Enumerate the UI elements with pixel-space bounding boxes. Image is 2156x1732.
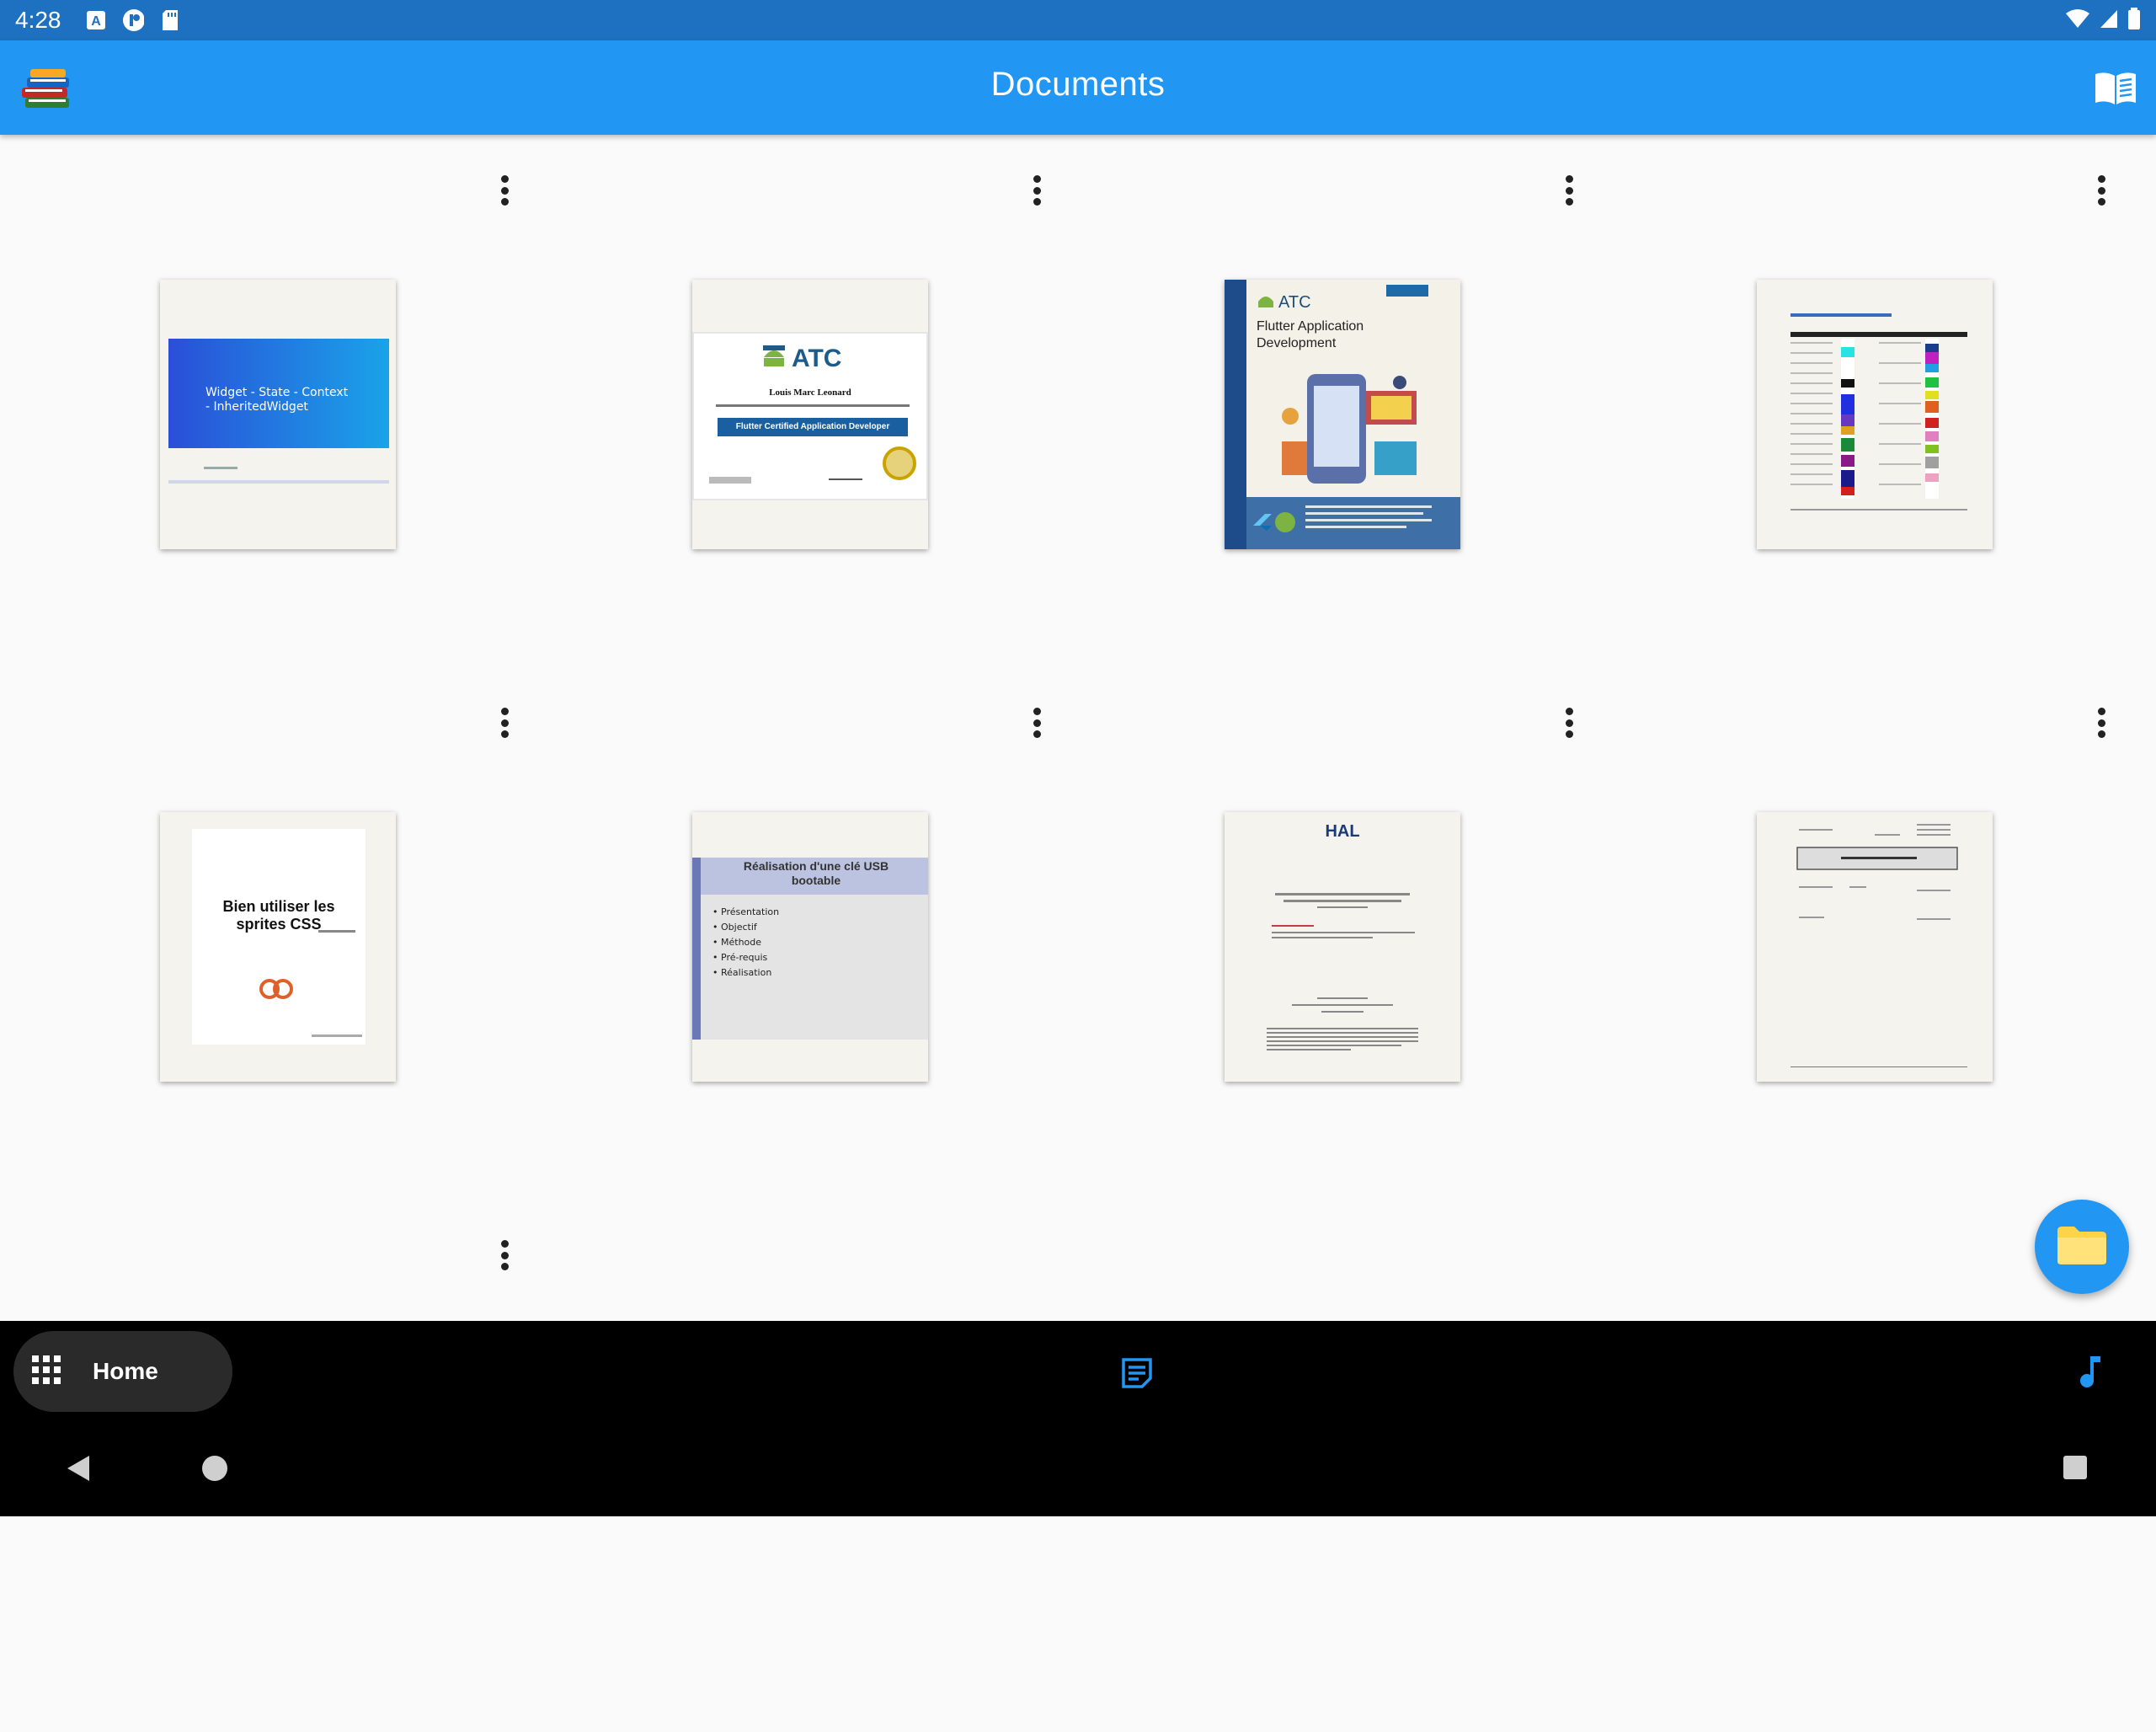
illustration-icon (1265, 357, 1433, 496)
document-thumbnail[interactable]: Bien utiliser les sprites CSS (160, 812, 396, 1082)
form-thumbnail (1790, 824, 1967, 1067)
oc-logo-icon (259, 979, 293, 999)
document-thumbnail[interactable]: ATC Flutter Application Development (1225, 280, 1460, 549)
thumb-line: Development (1257, 336, 1337, 350)
sd-card-icon (159, 9, 181, 31)
flutter-logo-icon (1253, 512, 1295, 532)
android-icon (761, 344, 787, 374)
document-thumbnail[interactable] (1757, 280, 1993, 549)
document-thumbnail[interactable]: ATC Louis Marc Leonard Flutter Certified… (692, 280, 928, 549)
document-thumbnail[interactable]: HAL (1225, 812, 1460, 1082)
music-note-icon[interactable] (2077, 1355, 2104, 1388)
document-card[interactable]: HAL (1065, 667, 1597, 1200)
more-vert-icon[interactable] (2089, 172, 2114, 209)
open-folder-button[interactable] (2035, 1200, 2129, 1294)
document-card[interactable] (1597, 667, 2129, 1200)
thumb-line: Flutter Application (1257, 319, 1364, 334)
more-vert-icon[interactable] (492, 704, 517, 741)
document-thumbnail[interactable]: Réalisation d'une clé USB bootable Prése… (692, 812, 928, 1082)
a-box-icon: A (85, 9, 107, 31)
document-thumbnail[interactable] (1757, 812, 1993, 1082)
open-book-icon[interactable] (2092, 67, 2139, 108)
documents-grid: Widget - State - Context - InheritedWidg… (0, 135, 2156, 1321)
vpn-icon (122, 9, 144, 31)
thumb-line: Bien utiliser les (222, 898, 335, 915)
navigation-bar (0, 1422, 2156, 1516)
taskbar: Home (0, 1321, 2156, 1422)
thumb-band: Flutter Certified Application Developer (718, 418, 908, 436)
more-vert-icon[interactable] (1556, 172, 1582, 209)
color-table-thumbnail (1790, 313, 1967, 511)
document-card[interactable]: Bien utiliser les sprites CSS (0, 667, 532, 1200)
signal-icon (2099, 8, 2119, 32)
folder-icon (2056, 1224, 2108, 1270)
thumb-line: bootable (791, 874, 841, 887)
thumb-brand: ATC (792, 345, 842, 372)
more-vert-icon[interactable] (2089, 704, 2114, 741)
document-card[interactable]: Widget - State - Context - InheritedWidg… (0, 135, 532, 667)
thumb-list-item: Réalisation (712, 965, 779, 981)
thumb-list-item: Méthode (712, 935, 779, 950)
more-vert-icon[interactable] (492, 172, 517, 209)
apps-grid-icon[interactable] (32, 1355, 61, 1387)
document-thumbnail[interactable]: Widget - State - Context - InheritedWidg… (160, 280, 396, 549)
home-nav-icon[interactable] (202, 1456, 227, 1481)
thumb-line: Réalisation d'une clé USB (743, 859, 889, 873)
thumb-brand: ATC (1278, 292, 1311, 312)
app-bar: Documents (0, 40, 2156, 135)
back-icon[interactable] (66, 1454, 91, 1483)
home-button[interactable]: Home (13, 1331, 232, 1412)
home-label: Home (93, 1358, 158, 1384)
document-card[interactable] (1597, 135, 2129, 667)
seal-icon (883, 446, 916, 480)
more-vert-icon[interactable] (1024, 172, 1049, 209)
android-icon (1257, 291, 1275, 313)
thumb-list-item: Présentation (712, 905, 779, 920)
status-bar: 4:28 A (0, 0, 2156, 40)
status-time: 4:28 (15, 7, 61, 33)
wifi-icon (2065, 8, 2090, 32)
battery-icon (2127, 8, 2141, 33)
more-vert-icon[interactable] (492, 1237, 517, 1274)
more-vert-icon[interactable] (1024, 704, 1049, 741)
document-card[interactable]: Réalisation d'une clé USB bootable Prése… (532, 667, 1065, 1200)
thumb-list-item: Pré-requis (712, 950, 779, 965)
thumb-line: - InheritedWidget (205, 400, 308, 414)
thumb-line: Widget - State - Context (205, 386, 349, 399)
svg-text:A: A (91, 14, 101, 29)
document-card[interactable]: ATC Louis Marc Leonard Flutter Certified… (532, 135, 1065, 667)
page-title: Documents (990, 66, 1166, 103)
document-card[interactable]: ATC Flutter Application Development (1065, 135, 1597, 667)
more-vert-icon[interactable] (1556, 704, 1582, 741)
thumb-list-item: Objectif (712, 920, 779, 935)
thumb-name: Louis Marc Leonard (769, 388, 851, 398)
recents-icon[interactable] (2063, 1456, 2087, 1479)
notes-icon[interactable] (1122, 1358, 1152, 1388)
